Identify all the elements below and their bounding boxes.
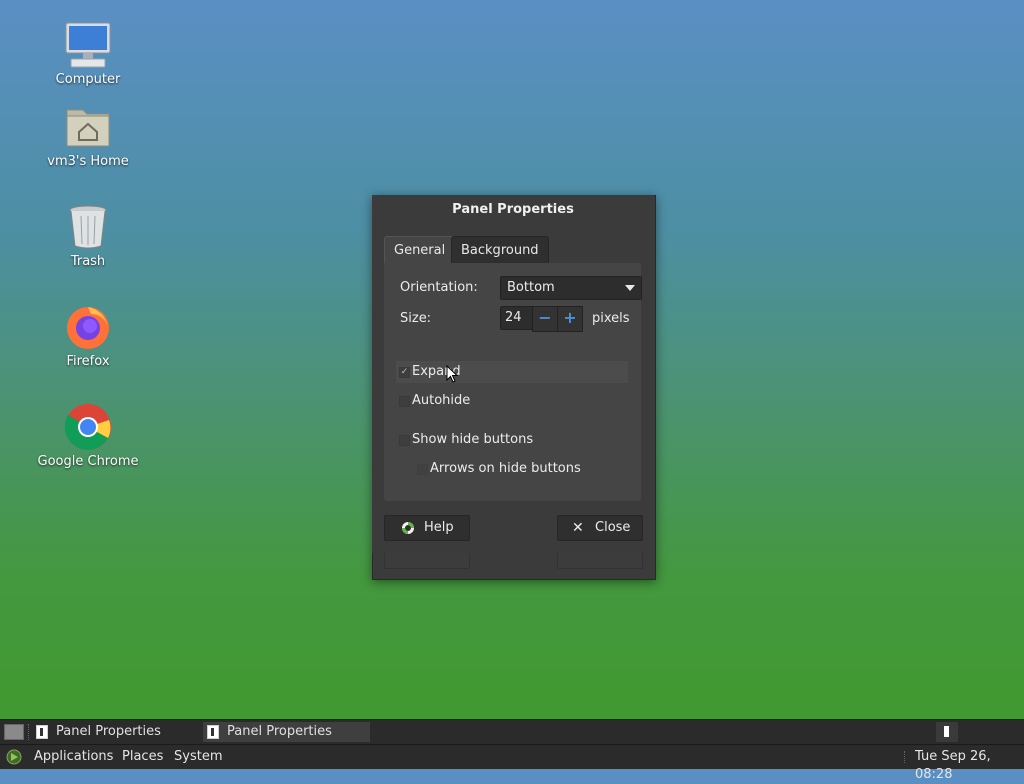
chevron-down-icon: [625, 285, 635, 291]
close-button[interactable]: ✕ Close: [557, 515, 643, 541]
expand-checkbox-row[interactable]: ✓ Expand: [396, 361, 628, 383]
desktop-icon-firefox[interactable]: Firefox: [23, 302, 153, 369]
help-button[interactable]: Help: [384, 515, 470, 541]
autohide-checkbox[interactable]: [399, 396, 410, 407]
size-unit-label: pixels: [592, 311, 630, 326]
desktop-icon-label: Firefox: [66, 354, 110, 369]
top-menu-panel: Applications Places System Tue Sep 26, 0…: [0, 744, 1024, 782]
system-menu[interactable]: System: [174, 748, 222, 766]
panel-handle[interactable]: [28, 724, 31, 740]
window-icon: [36, 724, 48, 739]
window-list-panel: Panel Properties Panel Properties: [0, 719, 1024, 744]
taskbar-window-button-active[interactable]: Panel Properties: [203, 722, 370, 742]
places-menu[interactable]: Places: [122, 748, 163, 766]
window-icon: [207, 724, 219, 739]
size-value: 24: [505, 310, 522, 325]
workspace-switcher[interactable]: [936, 722, 958, 742]
autohide-label: Autohide: [412, 393, 471, 408]
taskbar-window-button[interactable]: Panel Properties: [36, 722, 196, 742]
show-desktop-icon[interactable]: [4, 724, 24, 740]
arrows-on-hide-buttons-label: Arrows on hide buttons: [430, 461, 581, 476]
plus-icon: +: [563, 308, 577, 327]
close-icon: ✕: [572, 520, 584, 536]
arrows-on-hide-buttons-checkbox[interactable]: [417, 464, 428, 475]
autohide-checkbox-row[interactable]: Autohide: [396, 390, 596, 412]
home-folder-icon: [63, 102, 113, 152]
help-button-label: Help: [424, 520, 454, 535]
desktop-icon-chrome[interactable]: Google Chrome: [23, 402, 153, 469]
desktop-icon-computer[interactable]: Computer: [23, 20, 153, 87]
orientation-label: Orientation:: [400, 280, 478, 295]
expand-checkbox[interactable]: ✓: [399, 367, 410, 378]
orientation-value: Bottom: [507, 280, 555, 295]
trash-icon: [63, 202, 113, 252]
mouse-cursor-icon: [446, 365, 458, 383]
panel-separator: [904, 751, 905, 763]
desktop-icon-label: Computer: [55, 72, 121, 87]
clock[interactable]: Tue Sep 26, 08:28: [915, 748, 1024, 784]
show-hide-buttons-checkbox[interactable]: [399, 435, 410, 446]
chrome-icon: [63, 402, 113, 452]
computer-icon: [63, 20, 113, 70]
taskbar-window-label: Panel Properties: [56, 724, 161, 739]
show-hide-buttons-row[interactable]: Show hide buttons: [396, 429, 596, 451]
tab-general[interactable]: General: [384, 236, 456, 264]
applications-menu[interactable]: Applications: [34, 748, 113, 766]
help-lifebuoy-icon: [402, 522, 414, 534]
minus-icon: −: [538, 308, 552, 327]
desktop-icon-home[interactable]: vm3's Home: [23, 102, 153, 169]
desktop-icon-label: Google Chrome: [37, 454, 139, 469]
arrows-on-hide-buttons-row[interactable]: Arrows on hide buttons: [414, 458, 614, 480]
desktop-icon-label: vm3's Home: [47, 154, 129, 169]
size-label: Size:: [400, 311, 432, 326]
desktop-icon-label: Trash: [70, 254, 106, 269]
show-hide-buttons-label: Show hide buttons: [412, 432, 534, 447]
mate-logo-icon: [6, 749, 22, 765]
size-decrease-button[interactable]: −: [532, 306, 558, 332]
tab-background[interactable]: Background: [451, 236, 549, 265]
firefox-icon: [63, 302, 113, 352]
desktop-icon-trash[interactable]: Trash: [23, 202, 153, 269]
workspace-indicator: [944, 726, 949, 737]
dialog-title: Panel Properties: [452, 202, 574, 217]
taskbar-window-label: Panel Properties: [227, 724, 332, 739]
orientation-select[interactable]: Bottom: [500, 276, 642, 300]
close-button-label: Close: [595, 520, 631, 535]
size-increase-button[interactable]: +: [557, 306, 583, 332]
